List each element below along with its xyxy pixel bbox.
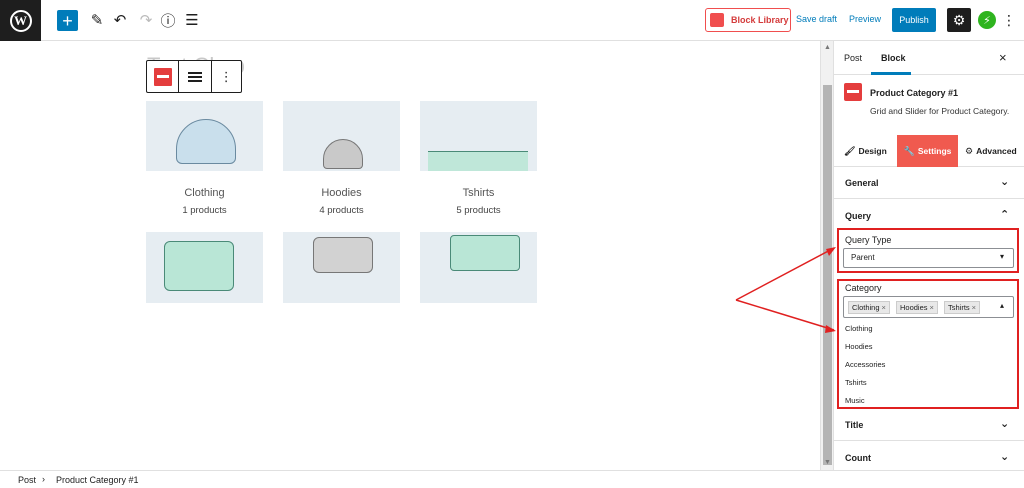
tab-design-label: Design	[858, 146, 887, 156]
wordpress-logo-button[interactable]: W	[0, 0, 41, 41]
jetpack-icon[interactable]: ⚡	[978, 11, 996, 29]
breadcrumb-separator: ›	[42, 474, 45, 484]
add-block-button[interactable]: +	[57, 10, 78, 31]
tab-block[interactable]: Block	[881, 53, 906, 63]
category-name[interactable]: Tshirts	[420, 187, 537, 199]
active-tab-indicator	[871, 72, 911, 75]
block-description: Grid and Slider for Product Category.	[870, 106, 1010, 116]
category-card[interactable]: Hoodies 4 products	[283, 101, 400, 303]
tab-settings-label: Settings	[917, 146, 952, 156]
category-card[interactable]: Clothing 1 products	[146, 101, 263, 303]
undo-icon[interactable]: ↶	[112, 9, 128, 31]
block-library-label: Block Library	[731, 15, 789, 25]
card-label-band	[283, 171, 400, 232]
category-card[interactable]: Tshirts 5 products	[420, 101, 537, 303]
scroll-down-icon[interactable]: ▼	[824, 459, 831, 466]
sidebar-tabs: Post Block ×	[834, 41, 1024, 75]
panel-title: Title	[845, 420, 864, 430]
top-toolbar: W + ✎ ↶ ↷ ⓘ ☰ Block Library Save draft P…	[0, 0, 1024, 41]
hoodie-image	[176, 119, 236, 164]
block-library-button[interactable]: Block Library	[705, 8, 791, 32]
panel-title: General	[845, 178, 879, 188]
category-count: 1 products	[182, 205, 227, 216]
block-card: Product Category #1 Grid and Slider for …	[844, 83, 1019, 123]
panel-general[interactable]: General ⌄	[834, 167, 1024, 199]
basket-icon	[710, 13, 724, 27]
more-icon: ⋮	[219, 68, 233, 84]
chevron-down-icon: ⌄	[1000, 451, 1010, 463]
block-options-button[interactable]: ⋮	[212, 61, 241, 92]
tab-advanced[interactable]: ⚙ Advanced	[965, 135, 1017, 167]
tab-design[interactable]: 🖌 Design	[844, 135, 887, 167]
block-toolbar: ⋮	[146, 60, 242, 93]
card-label-band	[420, 171, 537, 232]
settings-subtabs: 🖌 Design 🔧 Settings ⚙ Advanced	[834, 135, 1024, 167]
block-type-icon	[153, 67, 172, 86]
brush-icon: 🖌	[844, 145, 856, 156]
save-draft-button[interactable]: Save draft	[796, 14, 837, 24]
hoodie-image	[313, 237, 373, 273]
tab-advanced-label: Advanced	[976, 146, 1017, 156]
category-name[interactable]: Clothing	[146, 187, 263, 199]
scroll-thumb[interactable]	[823, 85, 832, 465]
category-name[interactable]: Hoodies	[283, 187, 400, 199]
panel-title: Count	[845, 453, 871, 463]
highlight-box	[837, 279, 1019, 409]
align-button[interactable]	[179, 61, 212, 92]
tab-settings[interactable]: 🔧 Settings	[897, 135, 958, 167]
info-icon[interactable]: ⓘ	[160, 9, 176, 31]
hoodie-image	[323, 139, 363, 169]
highlight-box	[837, 228, 1019, 273]
panel-title: Query	[845, 211, 872, 221]
tshirt-image	[164, 241, 234, 291]
pencil-icon[interactable]: ✎	[88, 9, 106, 31]
block-type-button[interactable]	[147, 61, 180, 92]
redo-icon[interactable]: ↷	[138, 9, 154, 31]
category-grid: Clothing 1 products Hoodies 4 products T…	[146, 101, 537, 303]
tshirt-image	[428, 151, 528, 171]
card-label-band	[146, 171, 263, 232]
chevron-up-icon: ⌃	[1000, 209, 1010, 221]
more-icon[interactable]: ⋮	[1002, 10, 1016, 30]
wordpress-icon: W	[9, 9, 32, 32]
align-icon	[187, 71, 202, 82]
tab-post[interactable]: Post	[844, 53, 862, 63]
gear-icon: ⚙	[965, 145, 974, 156]
close-icon[interactable]: ×	[999, 50, 1007, 65]
canvas-scrollbar[interactable]: ▲ ▼	[820, 41, 833, 470]
category-count: 4 products	[319, 205, 364, 216]
gear-icon[interactable]: ⚙	[947, 8, 971, 32]
panel-title-settings[interactable]: Title ⌄	[834, 409, 1024, 441]
tshirt-image	[450, 235, 520, 271]
chevron-down-icon: ⌄	[1000, 418, 1010, 430]
list-view-icon[interactable]: ☰	[184, 9, 200, 31]
chevron-down-icon: ⌄	[1000, 176, 1010, 188]
preview-button[interactable]: Preview	[849, 14, 881, 24]
settings-sidebar: Post Block × Product Category #1 Grid an…	[833, 41, 1024, 474]
wrench-icon: 🔧	[903, 145, 915, 156]
category-count: 5 products	[456, 205, 501, 216]
editor-window: W + ✎ ↶ ↷ ⓘ ☰ Block Library Save draft P…	[0, 0, 1024, 488]
block-title: Product Category #1	[870, 88, 959, 98]
breadcrumb-post[interactable]: Post	[18, 475, 36, 485]
breadcrumb-block[interactable]: Product Category #1	[56, 475, 139, 485]
publish-button[interactable]: Publish	[892, 8, 936, 32]
breadcrumb: Post › Product Category #1	[0, 470, 1024, 488]
editor-canvas: Text Clo p ⋮ Clothing 1 products Hoodies…	[0, 41, 820, 470]
scroll-up-icon[interactable]: ▲	[824, 44, 831, 51]
block-type-icon	[844, 83, 862, 101]
